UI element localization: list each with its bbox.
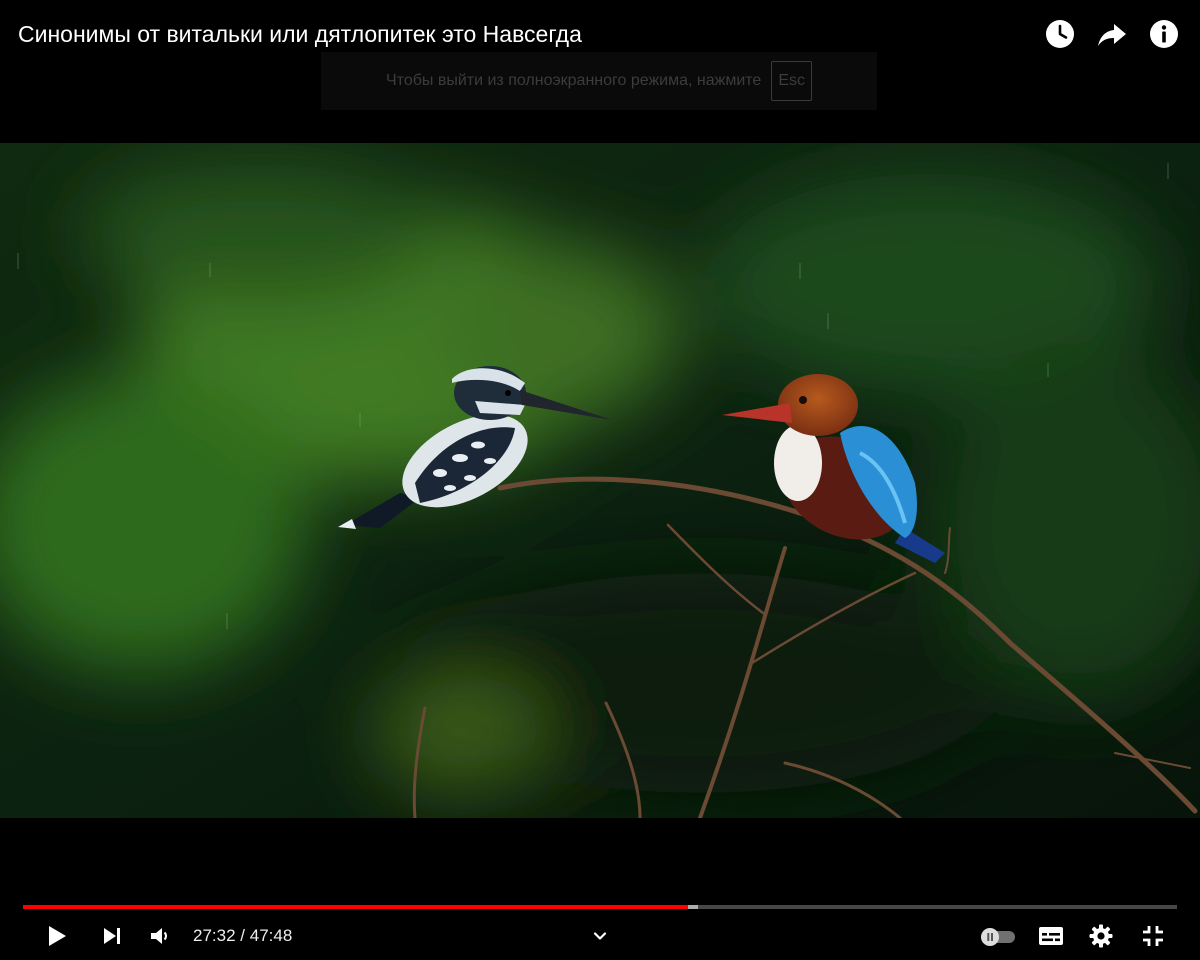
volume-button[interactable] bbox=[146, 914, 174, 958]
play-icon bbox=[49, 926, 66, 946]
watch-later-button[interactable] bbox=[1042, 16, 1078, 52]
time-separator: / bbox=[240, 926, 246, 945]
autoplay-toggle[interactable] bbox=[974, 914, 1020, 958]
progress-played bbox=[23, 905, 688, 909]
share-button[interactable] bbox=[1094, 16, 1130, 52]
info-button[interactable] bbox=[1146, 16, 1182, 52]
settings-button[interactable] bbox=[1084, 914, 1118, 958]
chapters-toggle[interactable] bbox=[588, 914, 612, 958]
time-display: 27:32 / 47:48 bbox=[193, 914, 292, 958]
skip-next-icon bbox=[104, 928, 120, 944]
fullscreen-notice-text: Чтобы выйти из полноэкранного режима, на… bbox=[386, 72, 762, 89]
info-icon bbox=[1150, 20, 1178, 48]
chevron-down-icon bbox=[593, 932, 607, 940]
clock-icon bbox=[1046, 20, 1074, 48]
duration: 47:48 bbox=[249, 926, 293, 945]
gear-icon bbox=[1089, 924, 1113, 948]
exit-fullscreen-icon bbox=[1143, 926, 1163, 946]
play-button[interactable] bbox=[36, 914, 76, 958]
video-title[interactable]: Синонимы от витальки или дятлопитек это … bbox=[18, 19, 582, 49]
esc-key-badge: Esc bbox=[771, 61, 812, 101]
player-controls: 27:32 / 47:48 bbox=[0, 914, 1200, 958]
video-frame[interactable] bbox=[0, 143, 1200, 818]
exit-fullscreen-button[interactable] bbox=[1136, 914, 1170, 958]
subtitles-button[interactable] bbox=[1034, 914, 1068, 958]
top-actions bbox=[1042, 16, 1182, 52]
subtitles-icon bbox=[1039, 927, 1063, 945]
fullscreen-exit-notice: Чтобы выйти из полноэкранного режима, на… bbox=[321, 52, 877, 110]
next-button[interactable] bbox=[94, 914, 130, 958]
share-arrow-icon bbox=[1098, 24, 1126, 46]
video-frame-image bbox=[0, 143, 1200, 818]
autoplay-toggle-icon bbox=[981, 928, 1015, 946]
current-time: 27:32 bbox=[193, 926, 236, 945]
progress-bar[interactable] bbox=[23, 905, 1177, 909]
volume-icon bbox=[151, 928, 167, 944]
